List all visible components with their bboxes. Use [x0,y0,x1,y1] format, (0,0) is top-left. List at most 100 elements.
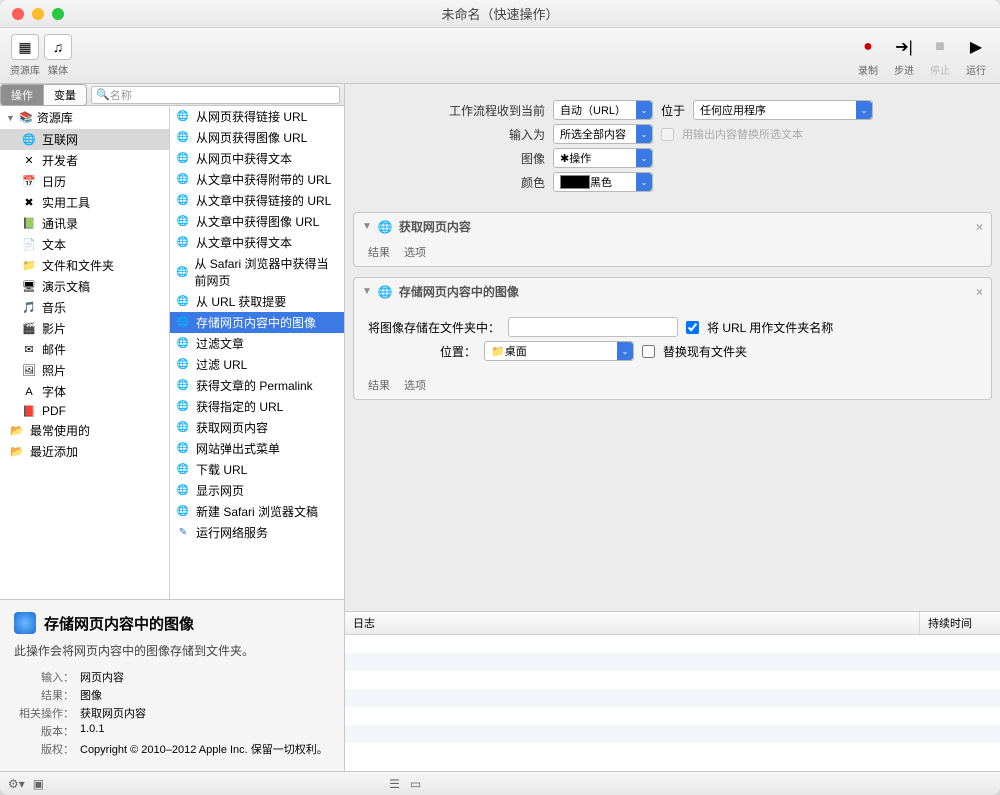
step2-use-url-label: 将 URL 用作文件夹名称 [707,319,833,336]
sidebar-item-13[interactable]: 📕PDF [0,402,169,420]
action-row[interactable]: 🌐从文章中获得图像 URL [170,211,344,232]
step2-use-url-checkbox[interactable] [686,321,699,334]
log-col-duration[interactable]: 持续时间 [920,612,1000,634]
globe-icon: 🌐 [176,463,190,477]
globe-icon: 🌐 [176,215,190,229]
action-row[interactable]: 🌐从 Safari 浏览器中获得当前网页 [170,253,344,291]
tab-variables[interactable]: 变量 [44,84,87,106]
action-row[interactable]: 🌐下载 URL [170,459,344,480]
sidebar-item-6[interactable]: 📁文件和文件夹 [0,255,169,276]
action-row[interactable]: 🌐从文章中获得附带的 URL [170,169,344,190]
action-row[interactable]: 🌐从网页中获得文本 [170,148,344,169]
step-close-button[interactable]: × [976,285,983,299]
step2-options[interactable]: 选项 [404,377,426,393]
sidebar-item-4[interactable]: 📗通讯录 [0,213,169,234]
step2-savein-label: 将图像存储在文件夹中： [368,319,500,336]
sidebar-extra-0[interactable]: 📂最常使用的 [0,420,169,441]
tab-actions[interactable]: 操作 [0,84,44,106]
media-button[interactable]: ♫ [44,34,72,60]
folder-icon: 📂 [10,445,24,459]
sidebar: 操作 变量 🔍 名称 ▼📚资源库 🌐互联网✕开发者📅日历✖实用工具📗通讯录📄文本… [0,84,345,771]
action-row[interactable]: ✎运行网络服务 [170,522,344,543]
sidebar-item-10[interactable]: ✉邮件 [0,339,169,360]
sidebar-item-12[interactable]: A字体 [0,381,169,402]
color-swatch [560,175,590,189]
category-icon: 🎬 [22,322,36,336]
cfg-input-select[interactable]: 所选全部内容⌄ [553,124,653,144]
step2-location-select[interactable]: 📁 桌面⌄ [484,341,634,361]
step2-title: 存储网页内容中的图像 [399,283,519,300]
step2-replace-label: 替换现有文件夹 [663,343,747,360]
action-row[interactable]: 🌐从网页获得图像 URL [170,127,344,148]
sidebar-item-2[interactable]: 📅日历 [0,171,169,192]
disclosure-icon[interactable]: ▼ [362,286,372,297]
cfg-located-select[interactable]: 任何应用程序⌄ [693,100,873,120]
globe-icon: ✎ [176,526,190,540]
action-row[interactable]: 🌐存储网页内容中的图像 [170,312,344,333]
log-col-message[interactable]: 日志 [345,612,920,634]
cfg-image-select[interactable]: ✱ 操作⌄ [553,148,653,168]
globe-icon: 🌐 [176,505,190,519]
sidebar-item-11[interactable]: 🖼照片 [0,360,169,381]
step2-result[interactable]: 结果 [368,377,390,393]
action-row[interactable]: 🌐过滤文章 [170,333,344,354]
step-close-button[interactable]: × [976,220,983,234]
category-icon: 🌐 [22,133,36,147]
action-row[interactable]: 🌐获得指定的 URL [170,396,344,417]
sidebar-item-3[interactable]: ✖实用工具 [0,192,169,213]
workflow-steps: ▼🌐获取网页内容× 结果选项 ▼🌐存储网页内容中的图像× 将图像存储在文件夹中：… [345,208,1000,611]
footer: ⚙▾ ▣ ☰ ▭ [0,771,1000,795]
action-detail: 存储网页内容中的图像 此操作会将网页内容中的图像存储到文件夹。 输入：网页内容 … [0,599,344,771]
globe-icon: 🌐 [176,337,190,351]
stop-small-icon[interactable]: ▣ [33,777,44,791]
view-grid-icon[interactable]: ▭ [410,777,421,791]
category-list: ▼📚资源库 🌐互联网✕开发者📅日历✖实用工具📗通讯录📄文本📁文件和文件夹🖥演示文… [0,106,170,599]
stop-button[interactable]: ■ [926,34,954,60]
category-icon: ✖ [22,196,36,210]
action-row[interactable]: 🌐从文章中获得链接的 URL [170,190,344,211]
globe-icon: 🌐 [378,285,393,299]
cfg-receives-select[interactable]: 自动（URL）⌄ [553,100,653,120]
step-label: 步进 [894,62,914,77]
disclosure-icon[interactable]: ▼ [362,221,372,232]
sidebar-item-5[interactable]: 📄文本 [0,234,169,255]
step-button[interactable]: ➔| [890,34,918,60]
action-row[interactable]: 🌐网站弹出式菜单 [170,438,344,459]
library-root[interactable]: ▼📚资源库 [0,106,169,129]
category-icon: ✕ [22,154,36,168]
globe-icon: 🌐 [176,295,190,309]
run-button[interactable]: ▶ [962,34,990,60]
view-list-icon[interactable]: ☰ [389,777,400,791]
action-row[interactable]: 🌐从 URL 获取提要 [170,291,344,312]
action-row[interactable]: 🌐从文章中获得文本 [170,232,344,253]
cfg-color-select[interactable]: 黑色⌄ [553,172,653,192]
sidebar-item-1[interactable]: ✕开发者 [0,150,169,171]
category-icon: 📕 [22,404,36,418]
library-button[interactable]: ▦ [11,34,39,60]
sidebar-item-0[interactable]: 🌐互联网 [0,129,169,150]
action-row[interactable]: 🌐过滤 URL [170,354,344,375]
step1-result[interactable]: 结果 [368,244,390,260]
category-icon: 📗 [22,217,36,231]
search-input[interactable]: 🔍 名称 [91,86,340,104]
gear-icon[interactable]: ⚙▾ [8,777,25,791]
toolbar: ▦ 资源库 ♫ 媒体 ●录制 ➔|步进 ■停止 ▶运行 [0,28,1000,84]
sidebar-item-7[interactable]: 🖥演示文稿 [0,276,169,297]
step1-options[interactable]: 选项 [404,244,426,260]
action-row[interactable]: 🌐新建 Safari 浏览器文稿 [170,501,344,522]
action-row[interactable]: 🌐显示网页 [170,480,344,501]
sidebar-item-9[interactable]: 🎬影片 [0,318,169,339]
record-button[interactable]: ● [854,34,882,60]
action-row[interactable]: 🌐获取网页内容 [170,417,344,438]
globe-icon: 🌐 [176,152,190,166]
action-row[interactable]: 🌐获得文章的 Permalink [170,375,344,396]
cfg-replace-label: 用输出内容替换所选文本 [682,126,803,142]
workspace: 工作流程收到当前 自动（URL）⌄ 位于 任何应用程序⌄ 输入为 所选全部内容⌄… [345,84,1000,771]
step2-replace-checkbox[interactable] [642,345,655,358]
titlebar: 未命名（快速操作） [0,0,1000,28]
sidebar-item-8[interactable]: 🎵音乐 [0,297,169,318]
step2-folder-input[interactable] [508,317,678,337]
action-row[interactable]: 🌐从网页获得链接 URL [170,106,344,127]
run-label: 运行 [966,62,986,77]
sidebar-extra-1[interactable]: 📂最近添加 [0,441,169,462]
